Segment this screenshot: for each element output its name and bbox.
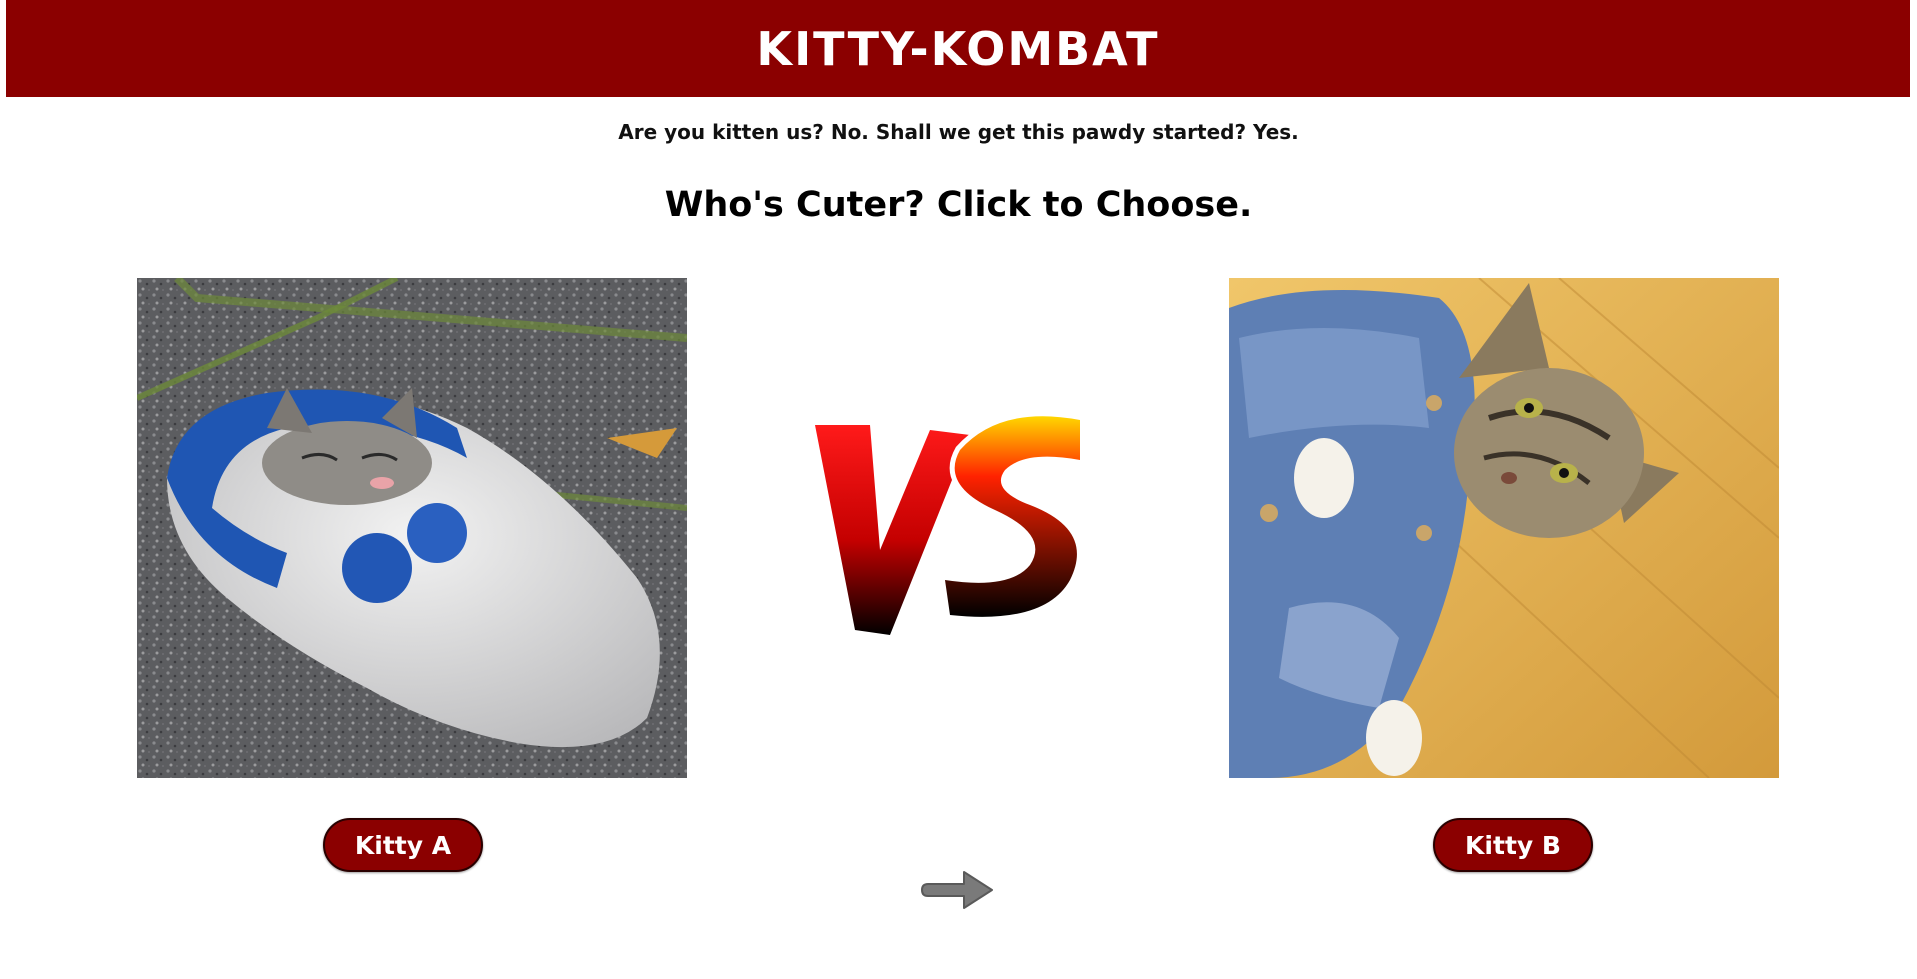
page: KITTY-KOMBAT Are you kitten us? No. Shal… [0, 0, 1917, 979]
kitty-a-button[interactable]: Kitty A [323, 818, 483, 872]
versus-logo [810, 411, 1085, 640]
right-arrow-icon[interactable] [920, 866, 998, 914]
header-bar: KITTY-KOMBAT [6, 0, 1910, 97]
tagline: Are you kitten us? No. Shall we get this… [618, 120, 1299, 144]
kitty-b-image[interactable] [1229, 278, 1779, 778]
kitty-a-image[interactable] [137, 278, 687, 778]
kitty-b-button[interactable]: Kitty B [1433, 818, 1593, 872]
choose-prompt: Who's Cuter? Click to Choose. [664, 185, 1253, 225]
site-title: KITTY-KOMBAT [756, 21, 1160, 76]
